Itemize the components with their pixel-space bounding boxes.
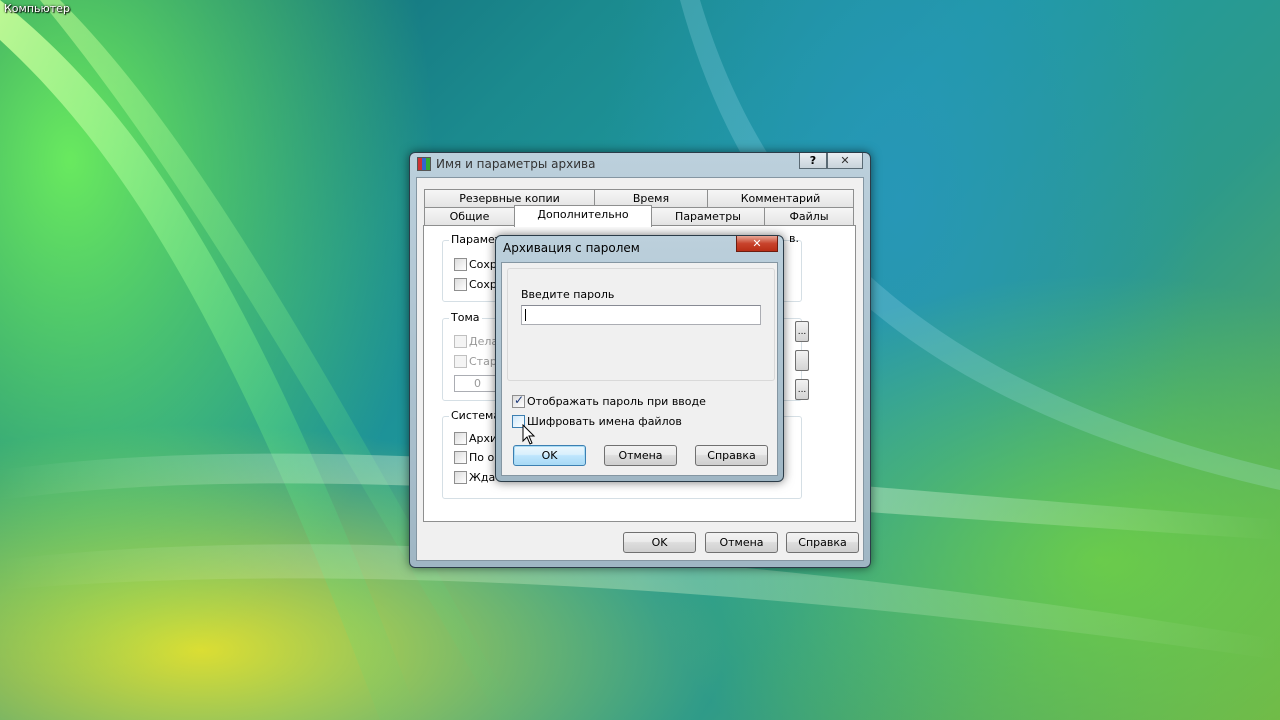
winrar-icon bbox=[417, 157, 431, 171]
show-password-checkbox[interactable] bbox=[512, 393, 525, 408]
archive-window-title: Имя и параметры архива bbox=[436, 157, 596, 171]
params-checkbox-1[interactable] bbox=[454, 258, 467, 271]
desktop-computer-label[interactable]: Компьютер bbox=[4, 2, 70, 15]
password-cancel-button[interactable]: Отмена bbox=[604, 445, 677, 466]
password-dialog: Архивация с паролем ✕ Введите пароль Ото… bbox=[495, 235, 784, 482]
params-checkbox-2[interactable] bbox=[454, 278, 467, 291]
volumes-checkbox-2[interactable] bbox=[454, 355, 467, 368]
close-icon[interactable]: ✕ bbox=[736, 236, 778, 252]
archive-cancel-button[interactable]: Отмена bbox=[705, 532, 778, 553]
volumes-browse-button-1[interactable]: ... bbox=[795, 321, 809, 342]
password-help-button[interactable]: Справка bbox=[695, 445, 768, 466]
system-checkbox-3[interactable] bbox=[454, 471, 467, 484]
archive-help-button[interactable]: Справка bbox=[786, 532, 859, 553]
password-input[interactable] bbox=[521, 305, 761, 325]
tab-options[interactable]: Параметры bbox=[651, 207, 765, 225]
volumes-browse-button-2[interactable] bbox=[795, 350, 809, 371]
group-volumes-title: Тома bbox=[449, 311, 482, 324]
password-dialog-titlebar[interactable]: Архивация с паролем ✕ bbox=[496, 236, 783, 260]
tab-advanced[interactable]: Дополнительно bbox=[514, 205, 652, 227]
volumes-spin-input[interactable]: 0 bbox=[454, 375, 496, 392]
help-title-button[interactable]: ? bbox=[799, 153, 827, 169]
password-group: Введите пароль bbox=[507, 268, 775, 381]
text-caret bbox=[525, 309, 526, 321]
volumes-label-1: Дела bbox=[469, 335, 499, 348]
volumes-checkbox-1[interactable] bbox=[454, 335, 467, 348]
archive-ok-button[interactable]: OK bbox=[623, 532, 696, 553]
volumes-browse-button-3[interactable]: ... bbox=[795, 379, 809, 400]
password-ok-button[interactable]: OK bbox=[513, 445, 586, 466]
password-dialog-title: Архивация с паролем bbox=[503, 241, 640, 255]
tab-general[interactable]: Общие bbox=[424, 207, 515, 225]
password-label: Введите пароль bbox=[521, 288, 615, 301]
params-title-tail: в. bbox=[789, 232, 799, 245]
mouse-cursor-icon bbox=[522, 424, 536, 445]
close-icon[interactable]: ✕ bbox=[827, 153, 863, 169]
password-dialog-client: Введите пароль Отображать пароль при вво… bbox=[501, 262, 778, 476]
system-checkbox-1[interactable] bbox=[454, 432, 467, 445]
encrypt-names-label[interactable]: Шифровать имена файлов bbox=[527, 415, 682, 428]
tab-files[interactable]: Файлы bbox=[764, 207, 854, 225]
archive-window-titlebar[interactable]: Имя и параметры архива ? ✕ bbox=[410, 153, 870, 177]
show-password-label[interactable]: Отображать пароль при вводе bbox=[527, 395, 706, 408]
tab-comment[interactable]: Комментарий bbox=[707, 189, 854, 207]
system-checkbox-2[interactable] bbox=[454, 451, 467, 464]
volumes-label-2: Стар bbox=[469, 355, 497, 368]
